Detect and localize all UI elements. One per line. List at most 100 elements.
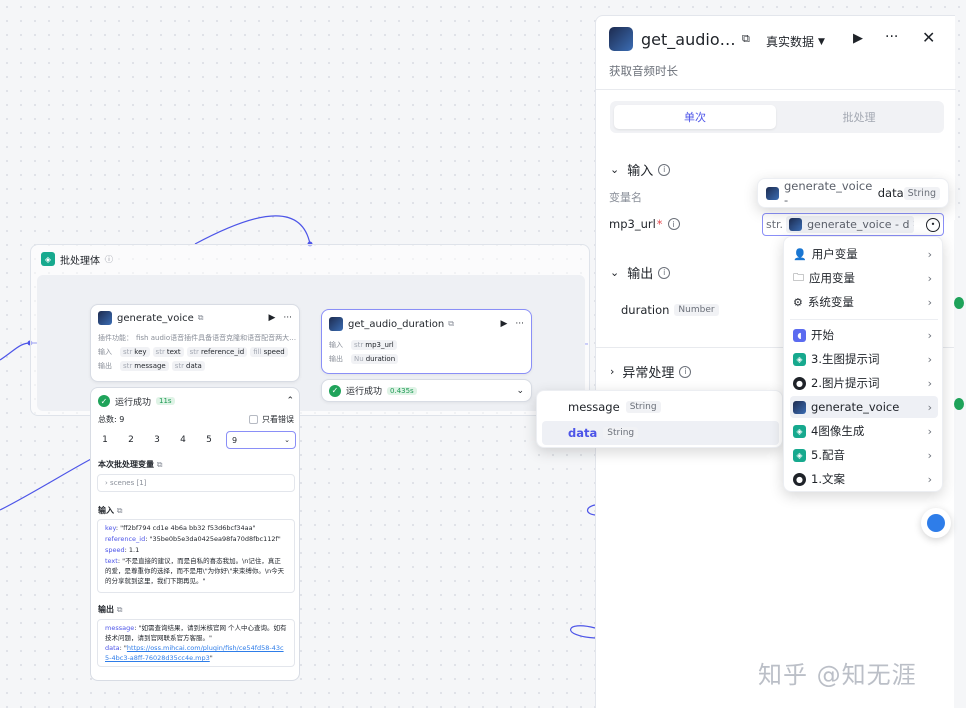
menu-label: 开始 <box>811 328 834 342</box>
batch-var-tree[interactable]: › scenes [1] <box>97 474 295 492</box>
menu-label: 1.文案 <box>811 472 845 486</box>
chevron-down-icon[interactable]: ⌄ <box>516 386 524 396</box>
input-json: key: "ff2bf794 cd1e 4b6a bb32 f53d6bcf34… <box>97 519 295 593</box>
output-label: 输出 <box>329 355 343 363</box>
node-generate-voice[interactable]: generate_voice ⧉ ▶ ··· 插件功能： fish audio语… <box>90 304 300 382</box>
menu-item-system-vars[interactable]: ⚙ 系统变量 › <box>790 291 938 313</box>
time-badge: 0.435s <box>387 386 417 395</box>
node-inputs-row: 输入 str key str text str reference_id fill sp… <box>91 345 299 359</box>
chevron-up-icon[interactable]: ⌃ <box>286 396 294 406</box>
menu-item-node[interactable]: ● 1.文案 › <box>790 468 938 490</box>
menu-item-app-vars[interactable]: 🗀 应用变量 › <box>790 267 938 289</box>
tab-batch[interactable]: 批处理 <box>778 105 940 129</box>
errors-only-label: 只看错误 <box>262 414 294 424</box>
play-icon[interactable]: ▶ <box>853 31 863 46</box>
menu-item-node[interactable]: ◈ 3.生图提示词 › <box>790 348 938 370</box>
error-section-header[interactable]: › 异常处理 i <box>610 362 692 381</box>
field-option-message[interactable]: message String <box>542 395 779 419</box>
chevron-right-icon: › <box>927 472 932 486</box>
menu-item-generate-voice[interactable]: generate_voice › <box>790 396 938 418</box>
field-name: data <box>568 426 598 440</box>
run-status-row[interactable]: ✓ 运行成功 11s ⌃ <box>98 393 294 409</box>
divider <box>596 89 956 90</box>
json-line: data: "https://oss.mihcai.com/plugin/fis… <box>105 644 284 662</box>
check-icon: ✓ <box>329 384 341 397</box>
tooltip-source: generate_voice - <box>784 179 873 207</box>
batch-vars-title: 本次批处理变量 ⧉ <box>98 459 163 470</box>
remove-icon[interactable]: ✕ <box>912 220 914 230</box>
data-mode-dropdown[interactable]: 真实数据 ▼ <box>766 33 825 50</box>
tab-single[interactable]: 单次 <box>614 105 776 129</box>
plugin-avatar-icon <box>329 317 343 331</box>
menu-item-node[interactable]: ◈ 5.配音 › <box>790 444 938 466</box>
duration-run-status[interactable]: ✓ 运行成功 0.435s ⌄ <box>321 379 532 402</box>
param-label: mp3_url * i <box>609 217 680 231</box>
total-row: 总数: 9 只看错误 <box>98 412 294 426</box>
layers-icon: ◈ <box>41 252 55 266</box>
page-button[interactable]: 2 <box>122 431 140 449</box>
page-button[interactable]: 5 <box>200 431 218 449</box>
close-icon[interactable]: ✕ <box>922 28 935 47</box>
menu-item-user-vars[interactable]: 👤 用户变量 › <box>790 243 938 265</box>
more-icon[interactable]: ··· <box>885 29 898 45</box>
output-label: 输出 <box>98 362 112 370</box>
copy-icon[interactable]: ⧉ <box>157 460 163 469</box>
chevron-right-icon: › <box>927 448 932 462</box>
page-button[interactable]: 1 <box>96 431 114 449</box>
menu-label: 2.图片提示词 <box>811 376 880 390</box>
menu-item-node[interactable]: ● 2.图片提示词 › <box>790 372 938 394</box>
pagination: 1 2 3 4 5 9 ⌄ <box>96 430 296 450</box>
run-result-panel: ✓ 运行成功 11s ⌃ 总数: 9 只看错误 1 2 3 4 5 9 ⌄ 本次… <box>90 387 300 681</box>
time-badge: 11s <box>156 397 175 405</box>
chevron-right-icon: › <box>927 400 932 414</box>
gear-icon: ⚙ <box>793 295 803 309</box>
page-button[interactable]: 3 <box>148 431 166 449</box>
page-button[interactable]: 4 <box>174 431 192 449</box>
copy-icon[interactable]: ⧉ <box>117 605 123 614</box>
caret-down-icon: ▼ <box>818 36 825 47</box>
menu-label: 应用变量 <box>809 271 855 285</box>
plugin-avatar-icon <box>793 400 806 414</box>
output-param-name: duration <box>621 303 670 317</box>
input-section-title: 输入 <box>627 164 654 179</box>
input-chip: str key <box>120 347 150 357</box>
input-label: 输入 <box>329 341 343 349</box>
folder-icon: 🗀 <box>793 270 804 284</box>
variable-tooltip: generate_voice - data String <box>757 178 949 208</box>
output-section-header[interactable]: ⌄ 输出 i <box>610 263 671 282</box>
page-select[interactable]: 9 ⌄ <box>226 431 296 449</box>
checkbox-icon <box>249 414 258 424</box>
bot-icon: ● <box>793 472 806 486</box>
info-icon: ⓘ <box>105 254 113 264</box>
copy-icon[interactable]: ⧉ <box>117 506 123 515</box>
menu-label: 4图像生成 <box>811 424 865 438</box>
more-icon[interactable]: ··· <box>515 319 524 329</box>
assistant-button[interactable] <box>921 508 951 538</box>
output-chip: str data <box>171 361 205 371</box>
mode-tabs: 单次 批处理 <box>610 101 944 133</box>
play-icon[interactable]: ▶ <box>268 313 275 323</box>
output-section-title: 输出 <box>627 267 654 282</box>
layers-icon: ◈ <box>793 424 806 438</box>
errors-only-checkbox[interactable]: 只看错误 <box>249 414 294 425</box>
input-section-header[interactable]: ⌄ 输入 i <box>610 160 671 179</box>
menu-item-start[interactable]: ◖ 开始 › <box>790 324 938 346</box>
assistant-icon <box>927 514 945 532</box>
node-header: get_audio_duration ⧉ ▶ ··· <box>322 310 531 338</box>
more-icon[interactable]: ··· <box>283 313 292 323</box>
param-value-input[interactable]: str. generate_voice - d ✕ • <box>762 213 944 236</box>
copy-icon[interactable]: ⧉ <box>742 32 750 46</box>
menu-label: 系统变量 <box>807 295 854 309</box>
play-icon[interactable]: ▶ <box>500 319 507 329</box>
node-title: generate_voice <box>117 312 194 324</box>
copy-icon: ⧉ <box>197 313 204 322</box>
check-icon <box>954 398 964 410</box>
audio-link[interactable]: https://oss.mihcai.com/plugin/fish/ce54f… <box>105 644 284 662</box>
field-option-data[interactable]: data String <box>542 421 779 445</box>
input-title-label: 输入 <box>98 506 114 515</box>
menu-item-node[interactable]: ◈ 4图像生成 › <box>790 420 938 442</box>
variable-ref-tag[interactable]: generate_voice - d ✕ <box>786 216 915 233</box>
tooltip-field: data <box>877 186 904 200</box>
node-get-audio-duration[interactable]: get_audio_duration ⧉ ▶ ··· 输入 str mp3_url… <box>321 309 532 374</box>
variable-picker-icon[interactable]: • <box>926 217 940 232</box>
